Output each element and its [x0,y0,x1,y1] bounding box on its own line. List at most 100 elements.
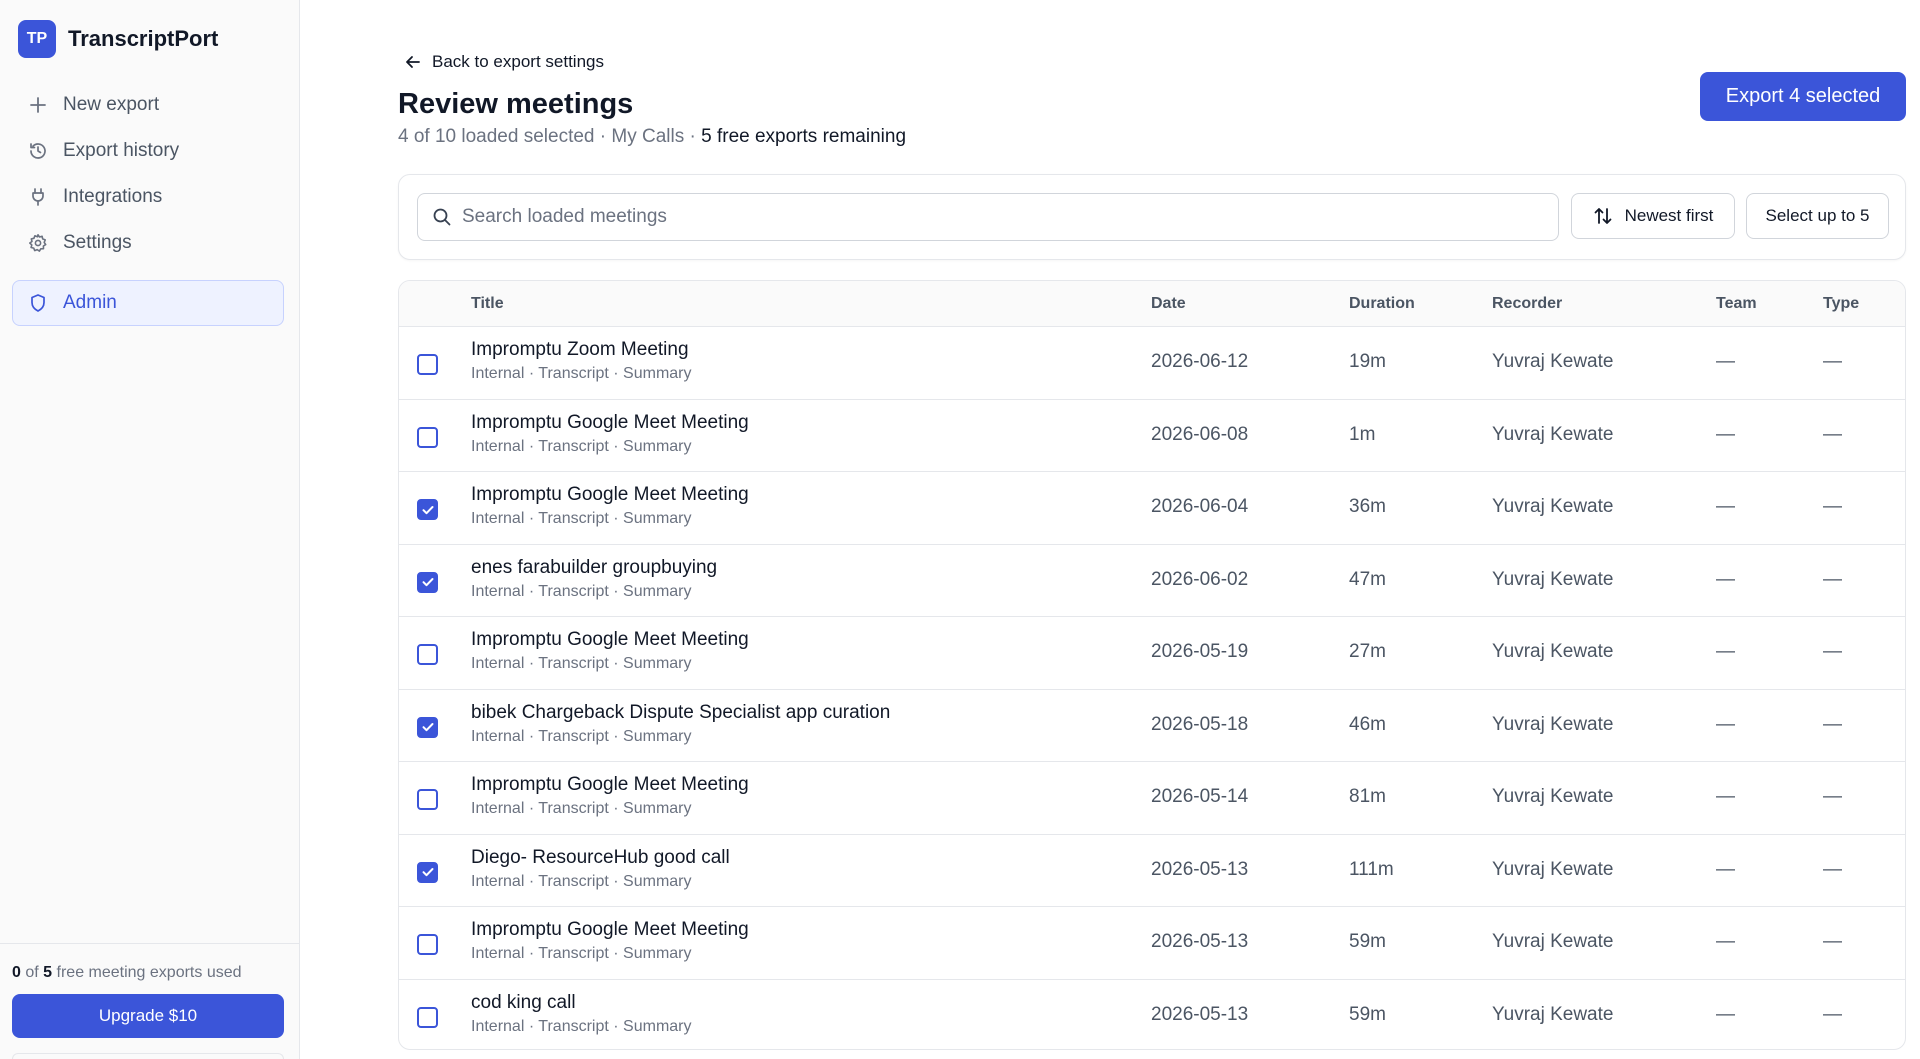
search-input[interactable] [462,206,1542,228]
meeting-type: — [1823,568,1842,590]
check-icon [422,505,433,514]
table-row[interactable]: cod king call Internal · Transcript · Su… [399,980,1905,1050]
export-selected-button[interactable]: Export 4 selected [1700,72,1906,121]
meeting-duration: 111m [1349,858,1394,880]
usage-used: 0 [12,964,21,981]
sidebar-item-label: Integrations [63,186,163,207]
brand[interactable]: TP TranscriptPort [18,20,218,58]
meeting-type: — [1823,496,1842,517]
title-cell: Impromptu Google Meet Meeting Internal ·… [471,629,749,673]
table-row[interactable]: Impromptu Google Meet Meeting Internal ·… [399,907,1905,980]
table-row[interactable]: Impromptu Google Meet Meeting Internal ·… [399,400,1905,472]
table-row[interactable]: enes farabuilder groupbuying Internal · … [399,545,1905,617]
header-date[interactable]: Date [1151,295,1186,313]
meeting-meta: Internal · Transcript · Summary [471,510,692,527]
sidebar-item-admin[interactable]: Admin [12,280,284,326]
meeting-date: 2026-05-19 [1151,641,1249,662]
title-cell: bibek Chargeback Dispute Specialist app … [471,702,890,746]
meeting-recorder: Yuvraj Kewate [1492,858,1614,880]
row-checkbox[interactable] [417,716,438,738]
meeting-duration: 1m [1349,423,1376,445]
meeting-recorder: Yuvraj Kewate [1492,568,1614,590]
meeting-recorder: Yuvraj Kewate [1492,713,1614,735]
plus-icon [27,94,49,116]
meeting-title: enes farabuilder groupbuying [471,556,718,578]
sidebar-item-new-export[interactable]: New export [12,82,284,128]
header-type[interactable]: Type [1823,295,1859,313]
meeting-date: 2026-05-18 [1151,713,1249,735]
row-checkbox[interactable] [417,499,438,520]
search-box[interactable] [417,193,1559,241]
meeting-type: — [1823,351,1842,372]
meeting-duration: 46m [1349,713,1386,735]
meeting-meta: Internal · Transcript · Summary [471,1017,692,1035]
meeting-team: — [1716,1003,1735,1025]
meeting-recorder: Yuvraj Kewate [1492,423,1614,445]
row-checkbox[interactable] [417,644,438,665]
back-link[interactable]: Back to export settings [404,52,604,72]
table-row[interactable]: bibek Chargeback Dispute Specialist app … [399,690,1905,762]
usage-total: 5 [43,964,53,981]
table-header: Title Date Duration Recorder Team Type [399,281,1905,327]
meeting-meta: Internal · Transcript · Summary [471,437,692,455]
upgrade-button[interactable]: Upgrade $10 [12,994,284,1038]
sidebar-item-label: Export history [63,140,180,161]
meeting-date: 2026-06-08 [1151,423,1249,445]
meeting-title: Impromptu Google Meet Meeting [471,919,749,940]
search-icon [432,207,452,227]
meeting-title: bibek Chargeback Dispute Specialist app … [471,701,891,723]
filter-toolbar: Newest first Select up to 5 [398,174,1906,260]
row-checkbox[interactable] [417,934,438,955]
meeting-duration: 81m [1349,786,1386,807]
row-checkbox[interactable] [417,571,438,593]
sidebar-item-export-history[interactable]: Export history [12,128,284,174]
meeting-type: — [1823,423,1842,445]
meeting-meta: Internal · Transcript · Summary [471,582,692,600]
meeting-type: — [1823,858,1842,880]
table-row[interactable]: Diego- ResourceHub good call Internal · … [399,835,1905,907]
selection-count: 4 of 10 loaded selected [398,126,595,147]
meeting-recorder: Yuvraj Kewate [1492,786,1614,807]
sort-button[interactable]: Newest first [1571,193,1735,239]
sidebar-item-label: Admin [63,292,117,313]
row-checkbox[interactable] [417,1006,438,1028]
table-row[interactable]: Impromptu Zoom Meeting Internal · Transc… [399,327,1905,400]
table-row[interactable]: Impromptu Google Meet Meeting Internal ·… [399,762,1905,835]
meeting-team: — [1716,423,1735,445]
header-duration[interactable]: Duration [1349,295,1415,313]
page-title: Review meetings [398,88,634,120]
row-checkbox[interactable] [417,789,438,810]
row-checkbox[interactable] [417,861,438,883]
page-subtitle: 4 of 10 loaded selected · My Calls · 5 f… [398,126,906,148]
meeting-duration: 59m [1349,931,1386,952]
meeting-duration: 59m [1349,1003,1386,1025]
separator: · [599,126,607,147]
meeting-title: Impromptu Zoom Meeting [471,339,689,360]
sidebar-footer: 0 of 5 free meeting exports used Upgrade… [0,943,300,1059]
table-row[interactable]: Impromptu Google Meet Meeting Internal ·… [399,617,1905,690]
meeting-date: 2026-05-14 [1151,786,1249,807]
history-icon [27,140,49,162]
header-recorder[interactable]: Recorder [1492,295,1562,313]
meetings-table: Title Date Duration Recorder Team Type I… [398,280,1906,1050]
header-title[interactable]: Title [471,295,504,313]
meeting-team: — [1716,568,1735,590]
row-checkbox[interactable] [417,426,438,448]
meeting-type: — [1823,1003,1842,1025]
meeting-duration: 47m [1349,568,1386,590]
table-row[interactable]: Impromptu Google Meet Meeting Internal ·… [399,472,1905,545]
meeting-title: Impromptu Google Meet Meeting [471,774,749,795]
select-up-to-button[interactable]: Select up to 5 [1746,193,1889,239]
row-checkbox[interactable] [417,354,438,375]
meeting-date: 2026-05-13 [1151,1003,1249,1025]
sidebar-item-settings[interactable]: Settings [12,220,284,266]
meeting-meta: Internal · Transcript · Summary [471,800,692,817]
sidebar-item-label: New export [63,94,160,115]
header-team[interactable]: Team [1716,295,1757,313]
meeting-duration: 27m [1349,641,1386,662]
sort-label: Newest first [1624,206,1714,225]
meeting-duration: 19m [1349,351,1386,372]
sidebar-item-integrations[interactable]: Integrations [12,174,284,220]
usage-label: free meeting exports used [56,964,242,981]
meeting-type: — [1823,931,1842,952]
